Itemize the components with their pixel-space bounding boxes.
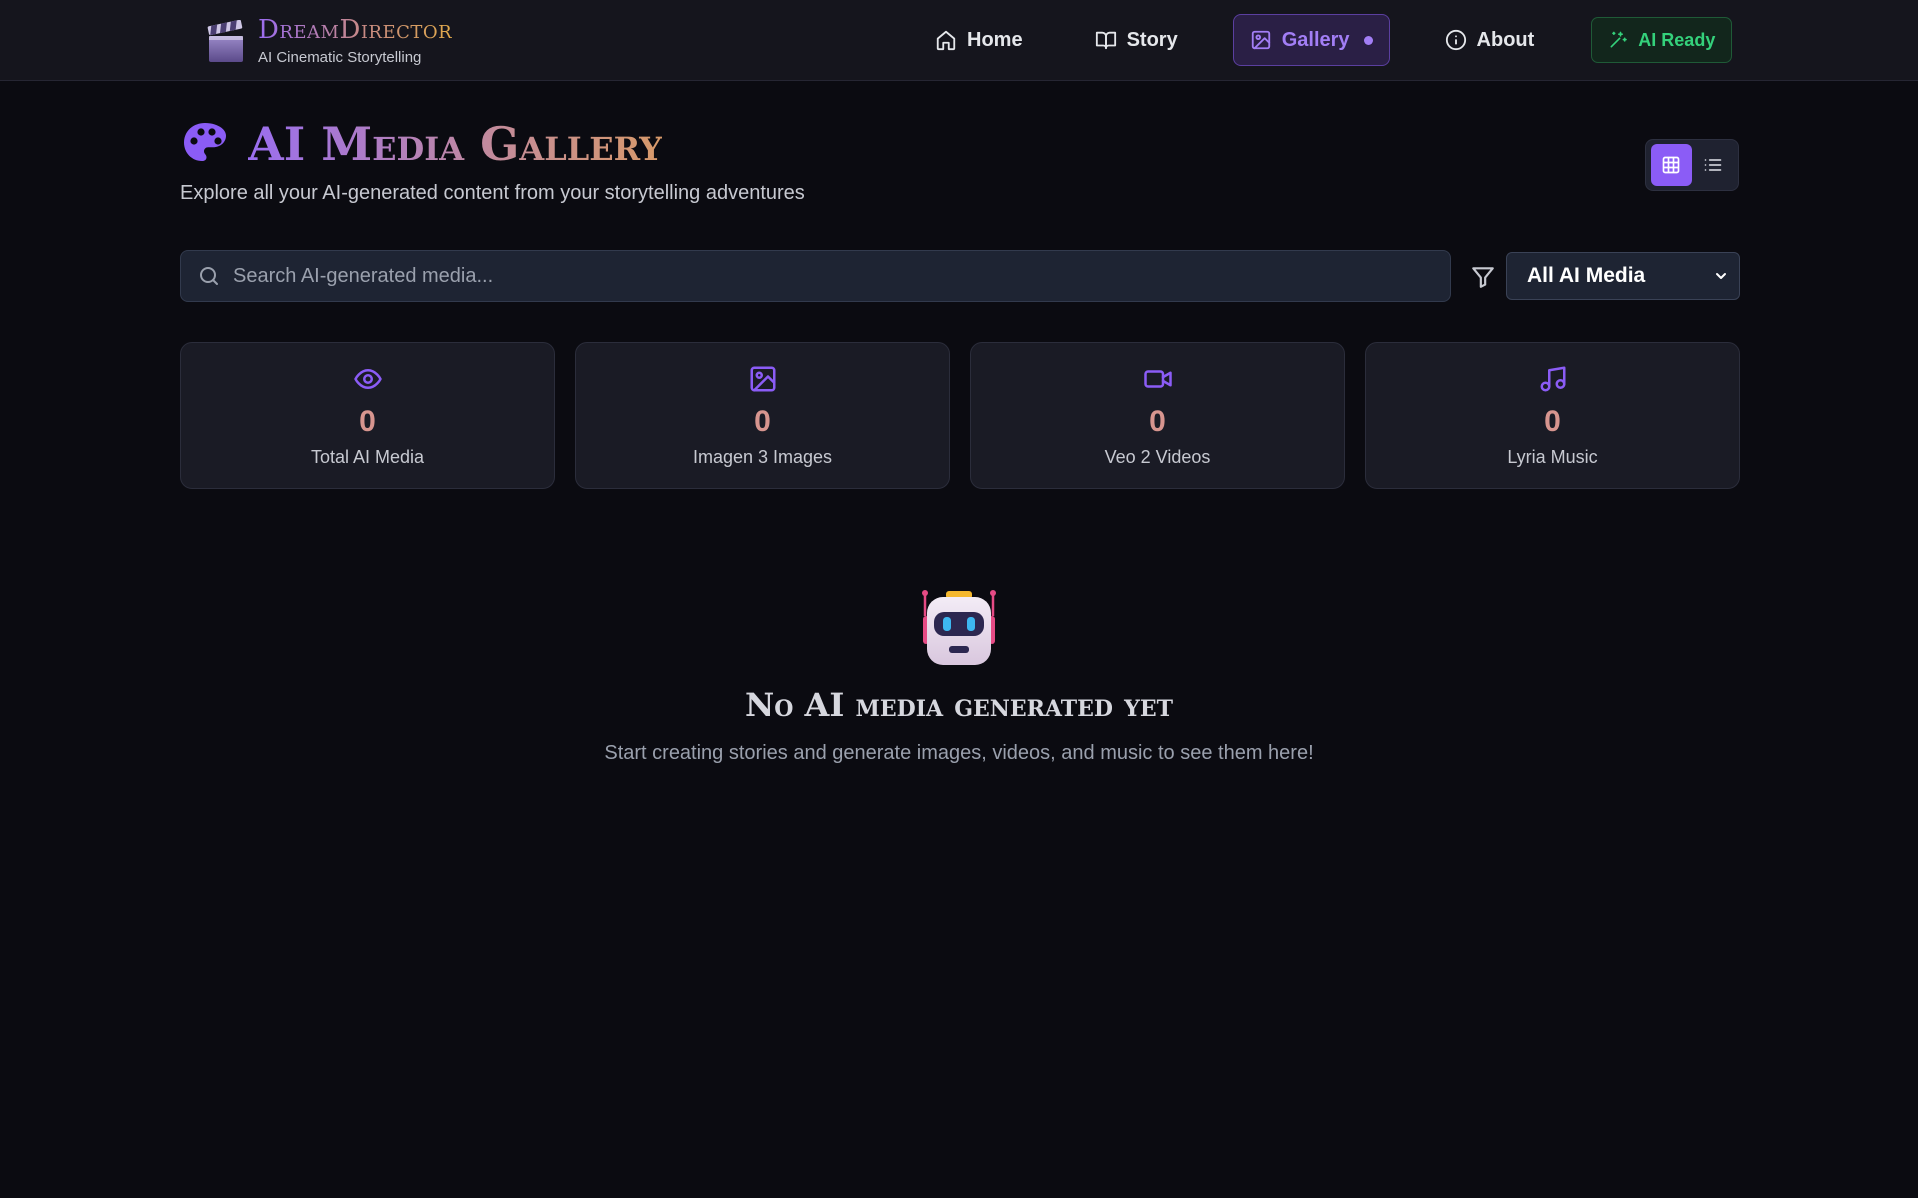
list-icon: [1704, 159, 1722, 171]
page-header: AI Media Gallery Explore all your AI-gen…: [180, 118, 805, 205]
robot-icon: [922, 590, 996, 665]
nav-gallery[interactable]: Gallery: [1232, 14, 1390, 66]
stat-value: 0: [359, 405, 376, 438]
empty-state-text: Start creating stories and generate imag…: [604, 742, 1314, 764]
list-view-button[interactable]: [1693, 144, 1734, 186]
brand-subtitle: AI Cinematic Storytelling: [258, 49, 422, 66]
video-icon: [1143, 370, 1172, 388]
stat-card-total: 0 Total AI Media: [180, 342, 555, 489]
page-subtitle: Explore all your AI-generated content fr…: [180, 182, 805, 204]
view-toggle: [1645, 139, 1739, 191]
chevron-down-icon: [1716, 273, 1726, 279]
sparkles-icon: [1610, 31, 1628, 48]
media-type-select[interactable]: All AI Media: [1506, 252, 1740, 300]
stat-label: Imagen 3 Images: [692, 447, 833, 467]
palette-icon: [184, 123, 226, 161]
page-title: AI Media Gallery: [248, 117, 663, 171]
grid-icon: [1662, 156, 1680, 174]
info-icon: [1445, 29, 1466, 51]
filter-icon: [1472, 267, 1494, 288]
stats-row: 0 Total AI Media 0 Imagen 3 Images 0 Veo…: [180, 342, 1740, 489]
brand-title: DreamDirector: [258, 15, 453, 45]
stat-value: 0: [1544, 405, 1561, 438]
home-icon: [936, 30, 956, 51]
ai-status-badge[interactable]: AI Ready: [1591, 17, 1733, 63]
nav-home[interactable]: Home: [918, 14, 1040, 66]
stat-label: Veo 2 Videos: [1104, 447, 1211, 467]
eye-icon: [353, 369, 382, 389]
stat-card-music: 0 Lyria Music: [1365, 342, 1740, 489]
stat-value: 0: [1149, 405, 1166, 438]
nav-gallery-label: Gallery: [1281, 28, 1350, 51]
search-input[interactable]: [233, 251, 1450, 301]
search-bar[interactable]: [180, 250, 1451, 302]
stat-label: Total AI Media: [310, 447, 425, 467]
grid-view-button[interactable]: [1651, 144, 1692, 186]
nav-about-label: About: [1476, 28, 1535, 51]
book-icon: [1095, 31, 1116, 50]
brand[interactable]: DreamDirector AI Cinematic Storytelling: [206, 16, 452, 66]
empty-state-title: No AI media generated yet: [745, 686, 1173, 724]
image-icon: [1251, 30, 1270, 50]
nav-story-label: Story: [1126, 28, 1178, 51]
nav-about[interactable]: About: [1428, 14, 1552, 66]
stat-value: 0: [754, 405, 771, 438]
music-icon: [1540, 366, 1565, 392]
main-nav: Home Story Gallery About AI Ready: [918, 14, 1733, 66]
active-indicator-dot: [1363, 35, 1373, 45]
nav-home-label: Home: [967, 28, 1023, 51]
nav-story[interactable]: Story: [1078, 14, 1195, 66]
stat-card-videos: 0 Veo 2 Videos: [970, 342, 1345, 489]
clapperboard-icon: [207, 20, 243, 62]
stat-card-images: 0 Imagen 3 Images: [575, 342, 950, 489]
search-icon: [200, 267, 218, 285]
ai-status-label: AI Ready: [1638, 29, 1716, 50]
empty-state: No AI media generated yet Start creating…: [0, 588, 1918, 765]
stat-label: Lyria Music: [1507, 447, 1598, 467]
top-navbar: DreamDirector AI Cinematic Storytelling …: [0, 0, 1918, 81]
image-icon: [750, 366, 775, 392]
media-type-selected: All AI Media: [1527, 264, 1646, 287]
